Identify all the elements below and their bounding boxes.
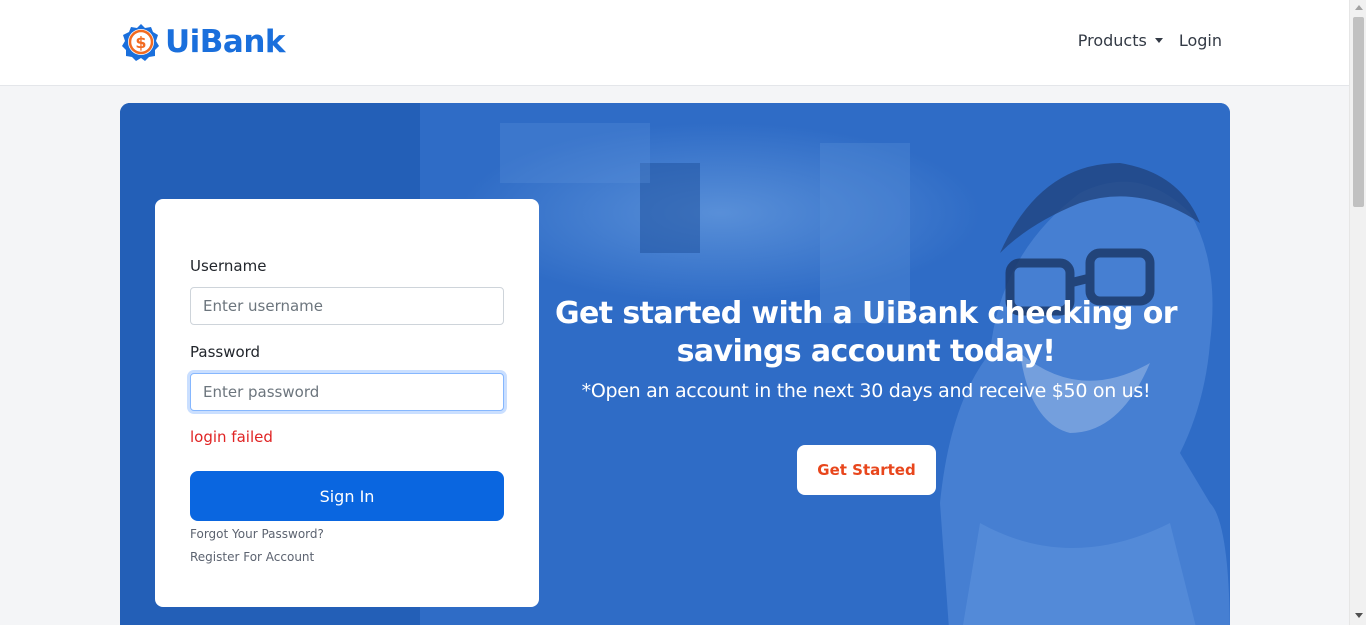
svg-text:$: $: [135, 33, 146, 52]
scroll-up-arrow-icon[interactable]: [1355, 5, 1363, 10]
caret-down-icon: [1154, 38, 1163, 43]
scrollbar-thumb[interactable]: [1353, 17, 1364, 207]
password-label: Password: [190, 343, 261, 361]
sign-in-button[interactable]: Sign In: [190, 471, 504, 521]
top-navbar: $ UiBank Products Login: [0, 0, 1349, 86]
scroll-down-arrow-icon[interactable]: [1355, 613, 1363, 618]
username-label: Username: [190, 257, 267, 275]
vertical-scrollbar[interactable]: [1349, 0, 1366, 625]
hero-heading-line-1: Get started with a UiBank checking or: [555, 296, 1178, 331]
page: $ UiBank Products Login Username Enter u…: [0, 0, 1349, 625]
nav-products-label: Products: [1077, 31, 1147, 50]
hero-heading-line-2: savings account today!: [676, 334, 1056, 369]
username-input[interactable]: [190, 287, 504, 325]
forgot-password-link[interactable]: Forgot Your Password?: [190, 527, 324, 541]
hero-banner: Username Password login failed Sign In F…: [120, 103, 1230, 625]
login-error-message: login failed: [190, 428, 273, 446]
hero-subheading: *Open an account in the next 30 days and…: [581, 380, 1151, 402]
get-started-button[interactable]: Get Started: [797, 445, 936, 495]
hero-heading: Get started with a UiBank checking or sa…: [550, 295, 1182, 371]
dollar-badge-icon: $: [122, 24, 159, 61]
brand-name: UiBank: [165, 24, 286, 60]
nav-login-link[interactable]: Login: [1179, 31, 1222, 50]
nav-links: Products Login: [1078, 31, 1222, 50]
login-card: Username Password login failed Sign In F…: [155, 199, 539, 607]
password-input[interactable]: [190, 373, 504, 411]
nav-products-dropdown[interactable]: Products: [1078, 31, 1163, 50]
brand-logo-link[interactable]: $ UiBank: [121, 22, 286, 62]
register-account-link[interactable]: Register For Account: [190, 550, 314, 564]
